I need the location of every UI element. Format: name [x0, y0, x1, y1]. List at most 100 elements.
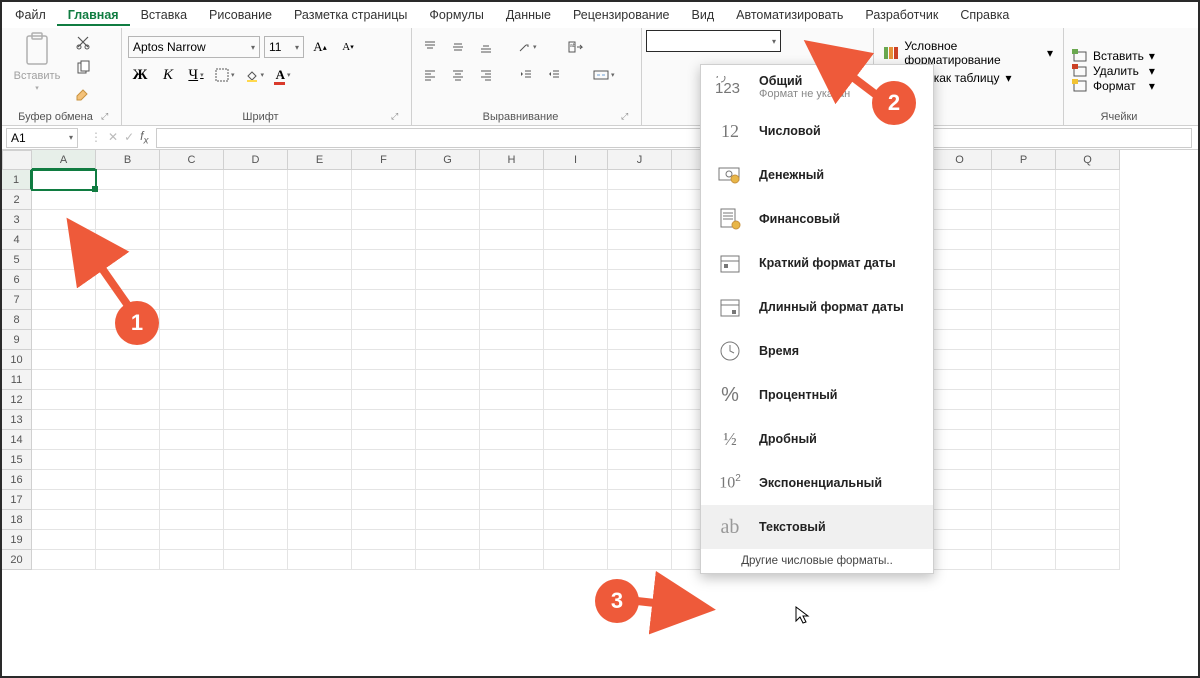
cell[interactable]	[288, 190, 352, 210]
cell[interactable]	[480, 350, 544, 370]
cell[interactable]	[288, 490, 352, 510]
cell[interactable]	[480, 270, 544, 290]
cell[interactable]	[416, 250, 480, 270]
cell[interactable]	[992, 230, 1056, 250]
column-header[interactable]: E	[288, 150, 352, 170]
cell[interactable]	[992, 490, 1056, 510]
cell[interactable]	[1056, 470, 1120, 490]
cell[interactable]	[480, 230, 544, 250]
format-option-scientific[interactable]: 102Экспоненциальный	[701, 461, 933, 505]
cell[interactable]	[288, 410, 352, 430]
row-header[interactable]: 9	[2, 330, 32, 350]
cell[interactable]	[992, 310, 1056, 330]
cell[interactable]	[480, 370, 544, 390]
row-header[interactable]: 15	[2, 450, 32, 470]
cell[interactable]	[352, 510, 416, 530]
cell[interactable]	[224, 430, 288, 450]
cell[interactable]	[416, 230, 480, 250]
cell[interactable]	[224, 410, 288, 430]
cell[interactable]	[416, 210, 480, 230]
menu-справка[interactable]: Справка	[949, 4, 1020, 26]
cell[interactable]	[992, 170, 1056, 190]
cell[interactable]	[416, 490, 480, 510]
dialog-launcher-font[interactable]: ⤢	[391, 111, 403, 123]
align-top-button[interactable]	[418, 36, 442, 58]
cell[interactable]	[480, 210, 544, 230]
cell[interactable]	[1056, 210, 1120, 230]
cell[interactable]	[288, 170, 352, 190]
align-bottom-button[interactable]	[474, 36, 498, 58]
cell[interactable]	[544, 450, 608, 470]
column-header[interactable]: A	[32, 150, 96, 170]
cell[interactable]	[608, 470, 672, 490]
cell[interactable]	[160, 310, 224, 330]
wrap-text-button[interactable]: ab	[564, 36, 588, 58]
cell[interactable]	[928, 190, 992, 210]
cell[interactable]	[992, 290, 1056, 310]
cell[interactable]	[160, 550, 224, 570]
cell[interactable]	[416, 470, 480, 490]
format-option-date-long[interactable]: Длинный формат даты	[701, 285, 933, 329]
cell[interactable]	[928, 310, 992, 330]
cell[interactable]	[928, 450, 992, 470]
cell[interactable]	[288, 450, 352, 470]
cell[interactable]	[32, 450, 96, 470]
cell[interactable]	[416, 390, 480, 410]
cell[interactable]	[480, 310, 544, 330]
cell[interactable]	[992, 450, 1056, 470]
cell[interactable]	[288, 530, 352, 550]
insert-cells-button[interactable]: Вставить▾	[1070, 49, 1157, 63]
cell[interactable]	[608, 190, 672, 210]
cell[interactable]	[480, 170, 544, 190]
cell[interactable]	[96, 470, 160, 490]
cell[interactable]	[1056, 550, 1120, 570]
cell[interactable]	[96, 450, 160, 470]
cell[interactable]	[352, 370, 416, 390]
cell[interactable]	[224, 550, 288, 570]
cell[interactable]	[480, 190, 544, 210]
cell[interactable]	[32, 330, 96, 350]
cell[interactable]	[32, 190, 96, 210]
cell[interactable]	[224, 390, 288, 410]
row-header[interactable]: 3	[2, 210, 32, 230]
cell[interactable]	[608, 370, 672, 390]
cell[interactable]	[1056, 330, 1120, 350]
borders-button[interactable]: ▾	[212, 64, 238, 86]
cell[interactable]	[96, 370, 160, 390]
paste-button[interactable]: Вставить ▾	[8, 32, 66, 92]
cell[interactable]	[544, 190, 608, 210]
cell[interactable]	[416, 430, 480, 450]
menu-разметка страницы[interactable]: Разметка страницы	[283, 4, 418, 26]
cell[interactable]	[928, 330, 992, 350]
cell[interactable]	[160, 430, 224, 450]
cell[interactable]	[608, 230, 672, 250]
cell[interactable]	[288, 270, 352, 290]
cell[interactable]	[32, 470, 96, 490]
cell[interactable]	[224, 510, 288, 530]
cell[interactable]	[224, 210, 288, 230]
format-option-currency[interactable]: Денежный	[701, 153, 933, 197]
cell[interactable]	[928, 370, 992, 390]
cell[interactable]	[224, 170, 288, 190]
cell[interactable]	[224, 310, 288, 330]
cell[interactable]	[608, 430, 672, 450]
cell[interactable]	[96, 170, 160, 190]
cell[interactable]	[160, 450, 224, 470]
cell[interactable]	[224, 490, 288, 510]
cell[interactable]	[608, 550, 672, 570]
menu-данные[interactable]: Данные	[495, 4, 562, 26]
cell[interactable]	[480, 410, 544, 430]
menu-рисование[interactable]: Рисование	[198, 4, 283, 26]
column-header[interactable]: G	[416, 150, 480, 170]
cell[interactable]	[288, 390, 352, 410]
cell[interactable]	[416, 530, 480, 550]
cell[interactable]	[288, 550, 352, 570]
cell[interactable]	[1056, 410, 1120, 430]
cell[interactable]	[352, 210, 416, 230]
cell[interactable]	[224, 230, 288, 250]
cell[interactable]	[32, 170, 96, 190]
align-left-button[interactable]	[418, 64, 442, 86]
cell[interactable]	[608, 390, 672, 410]
cell[interactable]	[544, 270, 608, 290]
font-name-select[interactable]: Aptos Narrow▾	[128, 36, 260, 58]
